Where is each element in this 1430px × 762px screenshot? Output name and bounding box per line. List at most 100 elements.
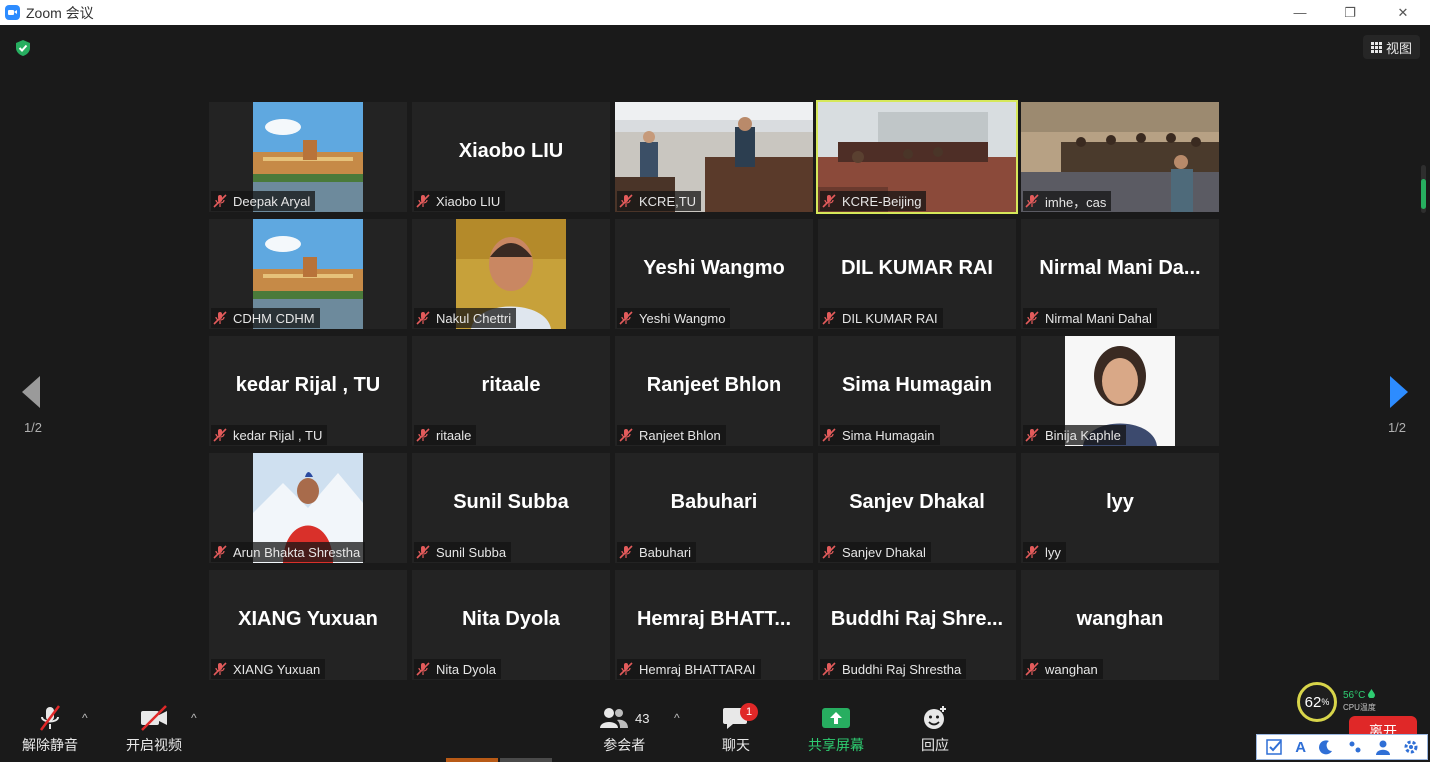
microphone-muted-icon (1025, 662, 1039, 676)
participants-button[interactable]: 43 参会者 (599, 701, 649, 755)
participant-tile[interactable]: imhe，cas (1021, 102, 1219, 212)
share-screen-label: 共享屏幕 (808, 737, 864, 753)
participant-name-label: CDHM CDHM (211, 308, 320, 328)
security-shield-icon[interactable] (14, 39, 32, 57)
next-page-icon[interactable] (1390, 376, 1408, 408)
participant-name-label: imhe，cas (1023, 191, 1112, 211)
participant-tile[interactable]: KCRE-Beijing (816, 100, 1018, 214)
reactions-button[interactable]: 回应 (921, 701, 949, 755)
participant-tile[interactable]: Ranjeet Bhlon Ranjeet Bhlon (615, 336, 813, 446)
microphone-muted-icon (416, 545, 430, 559)
participant-display-name: DIL KUMAR RAI (841, 257, 993, 279)
participant-name-label: KCRE,TU (617, 191, 702, 211)
chat-unread-badge: 1 (740, 703, 758, 721)
participant-tile[interactable]: Sunil Subba Sunil Subba (412, 453, 610, 563)
unmute-button[interactable]: 解除静音 (22, 701, 78, 755)
participant-name: Sunil Subba (436, 544, 507, 560)
reaction-emoji-icon (924, 706, 946, 729)
scrollbar-thumb[interactable] (1421, 179, 1426, 209)
view-button[interactable]: 视图 (1363, 35, 1420, 59)
participant-name-label: Sanjev Dhakal (820, 542, 931, 562)
participant-name-label: KCRE-Beijing (820, 191, 927, 211)
participant-tile[interactable]: Nirmal Mani Da... Nirmal Mani Dahal (1021, 219, 1219, 329)
ime-letter-a-icon[interactable]: A (1295, 739, 1306, 756)
participant-tile[interactable]: wanghan wanghan (1021, 570, 1219, 680)
microphone-muted-icon (1025, 311, 1039, 325)
participant-name-label: lyy (1023, 542, 1066, 562)
participant-name: Sanjev Dhakal (842, 544, 926, 560)
participant-tile[interactable]: Yeshi Wangmo Yeshi Wangmo (615, 219, 813, 329)
minimize-button[interactable]: — (1280, 0, 1320, 25)
microphone-muted-icon (1025, 428, 1039, 442)
participants-options-caret-icon[interactable]: ^ (674, 711, 680, 725)
ime-moon-icon[interactable] (1318, 739, 1334, 755)
participant-name-label: Xiaobo LIU (414, 191, 506, 211)
participant-name-label: wanghan (1023, 659, 1103, 679)
title-bar: Zoom 会议 — ❐ ✕ (0, 0, 1430, 25)
participant-tile[interactable]: lyy lyy (1021, 453, 1219, 563)
microphone-muted-icon (619, 662, 633, 676)
participant-tile[interactable]: Nakul Chettri (412, 219, 610, 329)
cpu-usage-gauge: 62% (1297, 682, 1337, 722)
participant-name-label: Buddhi Raj Shrestha (820, 659, 967, 679)
participant-tile[interactable]: XIANG Yuxuan XIANG Yuxuan (209, 570, 407, 680)
participant-tile[interactable]: Xiaobo LIU Xiaobo LIU (412, 102, 610, 212)
restore-button[interactable]: ❐ (1330, 0, 1370, 25)
microphone-muted-icon (619, 194, 633, 208)
microphone-muted-icon (416, 662, 430, 676)
participant-tile[interactable]: Arun Bhakta Shrestha (209, 453, 407, 563)
participant-name: Babuhari (639, 544, 692, 560)
ime-checkbox-icon[interactable] (1265, 738, 1283, 756)
participant-tile[interactable]: Buddhi Raj Shre... Buddhi Raj Shrestha (818, 570, 1016, 680)
taskbar-indicator (500, 758, 552, 762)
microphone-muted-icon (40, 705, 60, 731)
microphone-muted-icon (213, 545, 227, 559)
participant-tile[interactable]: KCRE,TU (615, 102, 813, 212)
close-button[interactable]: ✕ (1383, 0, 1423, 25)
grid-view-icon (1370, 41, 1382, 53)
ime-user-icon[interactable] (1375, 739, 1391, 755)
participant-display-name: Hemraj BHATT... (636, 608, 792, 630)
scrollbar[interactable] (1421, 165, 1426, 213)
participant-tile[interactable]: Nita Dyola Nita Dyola (412, 570, 610, 680)
ime-settings-gear-icon[interactable] (1403, 739, 1419, 755)
microphone-muted-icon (619, 311, 633, 325)
participant-name-label: ritaale (414, 425, 477, 445)
participant-name: Hemraj BHATTARAI (639, 661, 756, 677)
participant-name: Binija Kaphle (1045, 427, 1121, 443)
participant-tile[interactable]: Sima Humagain Sima Humagain (818, 336, 1016, 446)
microphone-muted-icon (1025, 194, 1039, 208)
microphone-muted-icon (416, 428, 430, 442)
share-screen-button[interactable]: 共享屏幕 (808, 701, 864, 755)
participant-display-name: Nita Dyola (462, 608, 560, 630)
participant-tile[interactable]: Binija Kaphle (1021, 336, 1219, 446)
participant-display-name: wanghan (1076, 608, 1164, 630)
microphone-muted-icon (822, 662, 836, 676)
cpu-percent: 62 (1304, 693, 1322, 711)
participant-tile[interactable]: Babuhari Babuhari (615, 453, 813, 563)
participant-display-name: XIANG Yuxuan (238, 608, 378, 630)
participant-tile[interactable]: Hemraj BHATT... Hemraj BHATTARAI (615, 570, 813, 680)
microphone-muted-icon (213, 194, 227, 208)
participant-name-label: Ranjeet Bhlon (617, 425, 726, 445)
participant-tile[interactable]: Deepak Aryal (209, 102, 407, 212)
video-gallery: Deepak Aryal Xiaobo LIU Xiaobo LIU KCRE,TU K… (209, 100, 1221, 684)
participant-tile[interactable]: kedar Rijal , TU kedar Rijal , TU (209, 336, 407, 446)
microphone-muted-icon (416, 311, 430, 325)
start-video-button[interactable]: 开启视频 (126, 701, 182, 755)
microphone-muted-icon (213, 311, 227, 325)
ime-punctuation-icon[interactable] (1347, 739, 1363, 755)
participant-name-label: Nakul Chettri (414, 308, 517, 328)
participant-name-label: DIL KUMAR RAI (820, 308, 943, 328)
previous-page-icon[interactable] (22, 376, 40, 408)
participant-tile[interactable]: CDHM CDHM (209, 219, 407, 329)
participant-name-label: Nita Dyola (414, 659, 501, 679)
participant-name: imhe，cas (1045, 194, 1107, 210)
video-options-caret-icon[interactable]: ^ (191, 711, 197, 725)
participant-display-name: kedar Rijal , TU (235, 374, 381, 396)
participant-tile[interactable]: Sanjev Dhakal Sanjev Dhakal (818, 453, 1016, 563)
participant-tile[interactable]: ritaale ritaale (412, 336, 610, 446)
audio-options-caret-icon[interactable]: ^ (82, 711, 88, 725)
participant-tile[interactable]: DIL KUMAR RAI DIL KUMAR RAI (818, 219, 1016, 329)
microphone-muted-icon (822, 428, 836, 442)
